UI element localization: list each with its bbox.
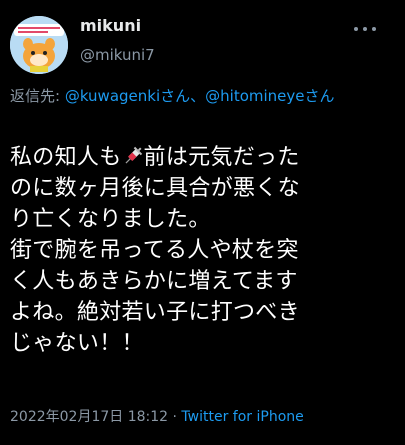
display-name[interactable]: mikuni (80, 16, 141, 35)
reply-context: 返信先: @kuwagenkiさん、@hitomineyeさん (10, 86, 390, 107)
body-line-5: く人もあきらかに増えてます (10, 269, 298, 294)
mascot-avatar-icon (10, 16, 68, 74)
body-line-1: 私の知人も 前は元気だった (10, 142, 398, 173)
avatar[interactable] (10, 16, 68, 74)
body-line-2: のに数ヶ月後に具合が悪くな (10, 176, 300, 201)
body-line-4: 街で腕を吊ってる人や杖を突 (10, 238, 299, 263)
tweet-meta: 2022年02月17日 18:12 · Twitter for iPhone (10, 406, 304, 426)
timestamp[interactable]: 2022年02月17日 18:12 (10, 409, 168, 425)
source-link[interactable]: Twitter for iPhone (181, 409, 303, 425)
meta-separator: · (168, 409, 182, 425)
mention-link-2[interactable]: @hitomineyeさん (205, 87, 334, 105)
body-line-7: じゃない！！ (10, 331, 144, 356)
body-line-1b: 前は元気だった (143, 145, 300, 170)
body-line-3: り亡くなりました。 (10, 207, 211, 232)
mention-separator: 、 (190, 87, 206, 105)
body-line-1a: 私の知人も (10, 145, 122, 170)
mention-link-1[interactable]: @kuwagenkiさん (65, 87, 190, 105)
body-line-6: よね。絶対若い子に打つべき (10, 300, 300, 325)
tweet-body: 私の知人も 前は元気だった のに数ヶ月後に具合が悪くな り亡くなりました。 街で腕… (10, 142, 398, 359)
reply-prefix: 返信先: (10, 87, 65, 105)
user-handle[interactable]: @mikuni7 (80, 46, 155, 64)
syringe-emoji-icon (122, 145, 144, 167)
tweet-card: mikuni @mikuni7 返信先: @kuwagenkiさん、@hitom… (0, 0, 405, 445)
more-options-icon[interactable] (348, 22, 382, 36)
